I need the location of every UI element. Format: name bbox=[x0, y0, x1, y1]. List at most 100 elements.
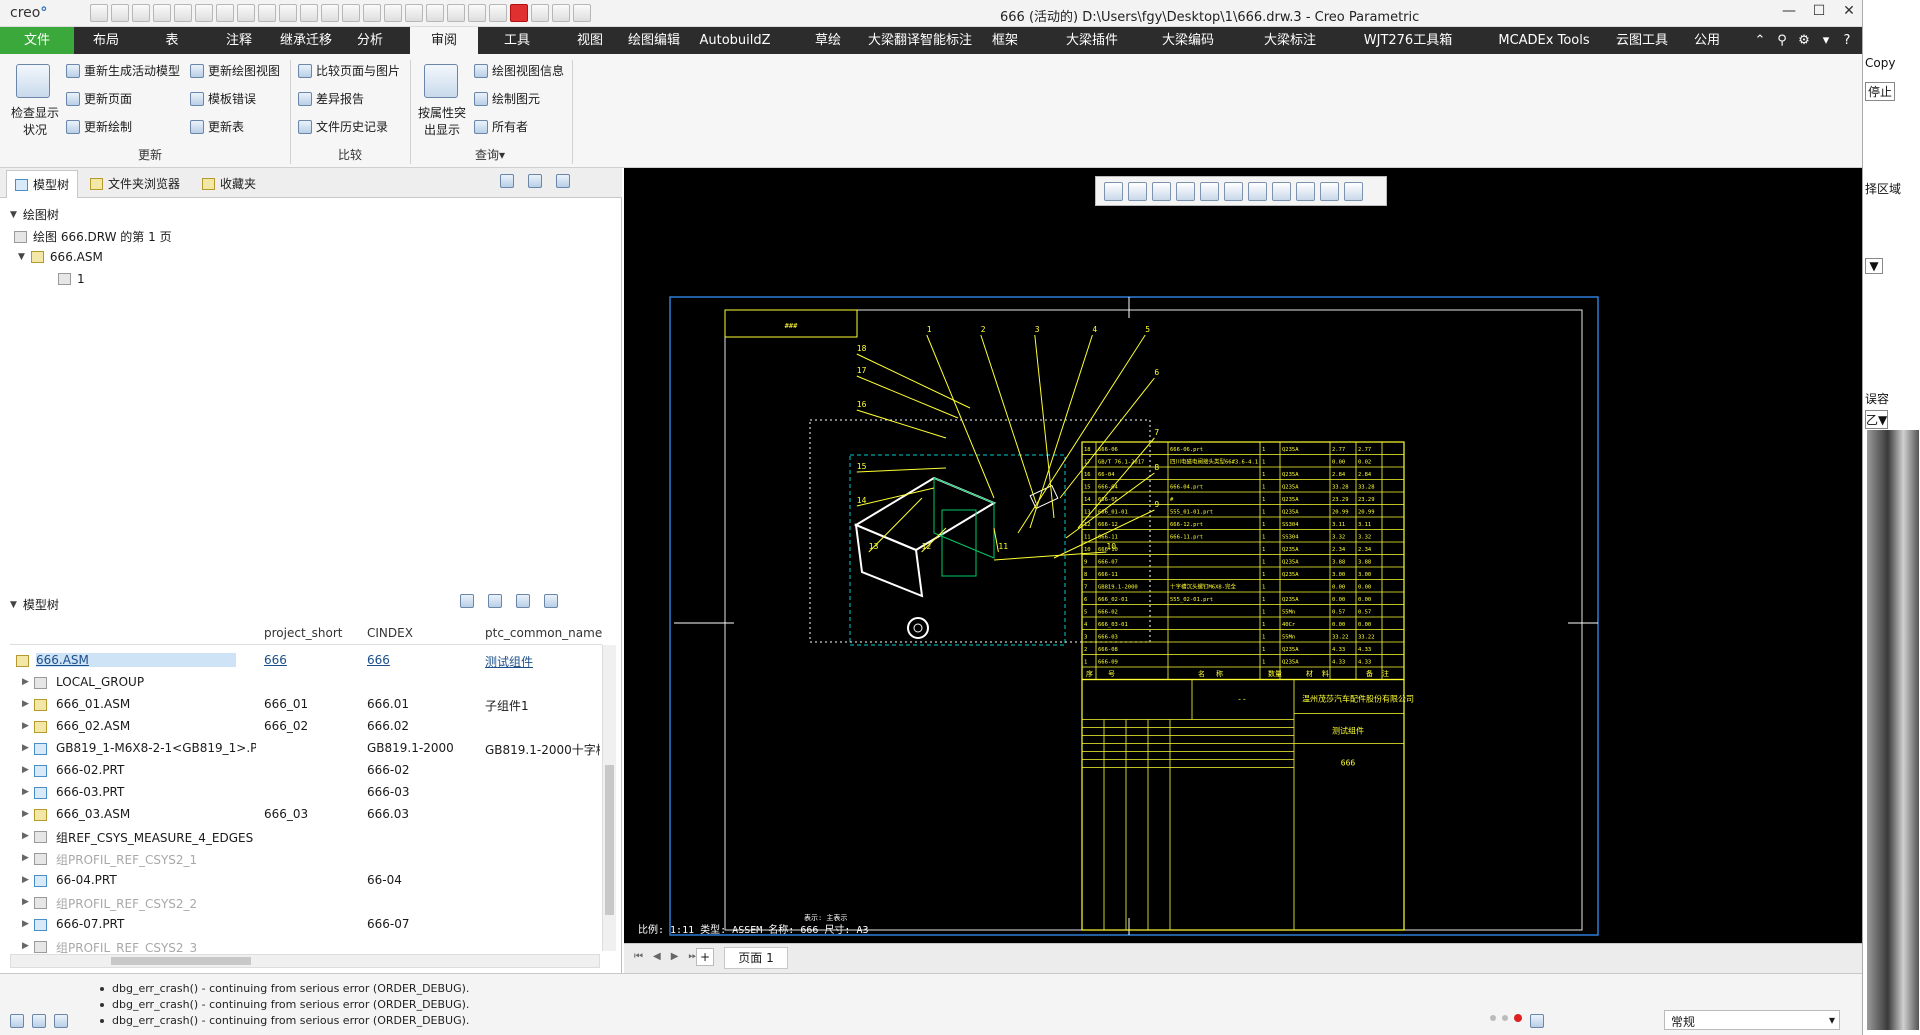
model-tree-row[interactable]: ▶ 666_02.ASM 666_02 666.02 bbox=[0, 716, 602, 738]
selection-filter-select[interactable]: 常规 ▾ bbox=[1664, 1010, 1840, 1030]
balloon-label[interactable]: 14 bbox=[857, 496, 867, 505]
zoom-out-icon[interactable] bbox=[1152, 182, 1171, 201]
saved-views-icon[interactable] bbox=[1224, 182, 1243, 201]
model-tree-header[interactable]: ▼ 模型树 bbox=[10, 596, 59, 613]
scroll-thumb[interactable] bbox=[605, 765, 614, 915]
window-icon[interactable] bbox=[531, 4, 549, 22]
redo-icon[interactable] bbox=[216, 4, 234, 22]
add-sheet-button[interactable]: + bbox=[696, 948, 714, 966]
model-tree-row[interactable]: ▶ 组REF_CSYS_MEASURE_4_EDGES bbox=[0, 826, 602, 848]
spin-center-icon[interactable] bbox=[1344, 182, 1363, 201]
model-tree-row[interactable]: ▶ 666-03.PRT 666-03 bbox=[0, 782, 602, 804]
tab-analysis[interactable]: 分析 bbox=[355, 27, 385, 54]
columns-icon[interactable] bbox=[556, 174, 570, 188]
regenerate-icon[interactable] bbox=[174, 4, 192, 22]
highlight-by-attribute-icon[interactable] bbox=[424, 64, 458, 98]
minimize-button[interactable]: — bbox=[1774, 3, 1804, 23]
balloon-label[interactable]: 17 bbox=[857, 366, 867, 375]
csys-display-icon[interactable] bbox=[1320, 182, 1339, 201]
balloon-label[interactable]: 5 bbox=[1145, 325, 1150, 334]
find-icon[interactable] bbox=[1530, 1014, 1544, 1028]
browser-toggle-icon[interactable] bbox=[32, 1014, 46, 1028]
maximize-button[interactable]: ☐ bbox=[1804, 3, 1834, 23]
tab-sketch[interactable]: 草绘 bbox=[813, 27, 843, 54]
drawing-view-info-button[interactable]: 绘图视图信息 bbox=[474, 62, 564, 79]
regenerate-active-model-button[interactable]: 重新生成活动模型 bbox=[66, 62, 180, 79]
compare-sheets-button[interactable]: 比较页面与图片 bbox=[298, 62, 400, 79]
balloon-label[interactable]: 12 bbox=[922, 542, 932, 551]
datum-display-icon[interactable] bbox=[1248, 182, 1267, 201]
help-icon[interactable]: ? bbox=[1840, 27, 1854, 54]
model-tree-row[interactable]: ▶ LOCAL_GROUP bbox=[0, 672, 602, 694]
expand-icon[interactable]: ▶ bbox=[22, 721, 29, 731]
update-drawn-button[interactable]: 更新绘制 bbox=[66, 118, 132, 135]
tab-folder-browser[interactable]: 文件夹浏览器 bbox=[90, 175, 180, 192]
update-tables-button[interactable]: 更新表 bbox=[190, 118, 244, 135]
tab-beam-code[interactable]: 大梁编码 bbox=[1158, 27, 1218, 54]
tab-legacy[interactable]: 继承迁移 bbox=[277, 27, 335, 54]
tab-tools[interactable]: 工具 bbox=[502, 27, 532, 54]
model-tree-row[interactable]: ▶ 666-07.PRT 666-07 bbox=[0, 914, 602, 936]
tab-review[interactable]: 审阅 bbox=[410, 27, 478, 54]
paste-icon[interactable] bbox=[279, 4, 297, 22]
template-errors-button[interactable]: 模板错误 bbox=[190, 90, 256, 107]
print-icon[interactable] bbox=[153, 4, 171, 22]
stop-button[interactable]: 停止 bbox=[1865, 82, 1896, 101]
collapse-ribbon-icon[interactable]: ⌃ bbox=[1752, 27, 1768, 54]
check-display-icon[interactable] bbox=[16, 64, 50, 98]
close-red-icon[interactable] bbox=[510, 4, 528, 22]
model-tree-row[interactable]: ▶ 组PROFIL_REF_CSYS2_2 bbox=[0, 892, 602, 914]
dropdown-icon[interactable]: ▾ bbox=[1820, 27, 1832, 54]
update-drawing-view-button[interactable]: 更新绘图视图 bbox=[190, 62, 280, 79]
expand-icon[interactable]: ▶ bbox=[22, 941, 29, 951]
balloon-label[interactable]: 13 bbox=[869, 542, 879, 551]
tab-beam-plugin[interactable]: 大梁插件 bbox=[1062, 27, 1122, 54]
tab-annotate[interactable]: 注释 bbox=[224, 27, 254, 54]
display-style-icon[interactable] bbox=[1200, 182, 1219, 201]
model-tree-row[interactable]: ▶ 666_03.ASM 666_03 666.03 bbox=[0, 804, 602, 826]
expand-icon[interactable]: ▶ bbox=[22, 787, 29, 797]
refresh-icon[interactable] bbox=[363, 4, 381, 22]
layers-icon[interactable] bbox=[552, 4, 570, 22]
target-icon[interactable] bbox=[342, 4, 360, 22]
model-tree-row[interactable]: ▶ 66-04.PRT 66-04 bbox=[0, 870, 602, 892]
dropdown-button[interactable]: 乙▼ bbox=[1865, 410, 1889, 429]
highlight-by-attribute-button[interactable]: 按属性突 出显示 bbox=[414, 104, 470, 138]
balloon-label[interactable]: 6 bbox=[1154, 368, 1159, 377]
tab-sheet-1[interactable]: 页面 1 bbox=[724, 947, 788, 969]
balloon-label[interactable]: 3 bbox=[1035, 325, 1040, 334]
tab-layout[interactable]: 布局 bbox=[88, 27, 124, 54]
drawing-canvas[interactable]: ### 1 2 3 4 5 6 7 8 9 10 11 12 13 14 15 16 17 18 18 666-06… bbox=[624, 168, 1862, 943]
fullscreen-icon[interactable] bbox=[54, 1014, 68, 1028]
new-icon[interactable] bbox=[90, 4, 108, 22]
show-icon[interactable] bbox=[516, 594, 530, 608]
zoom-fit-icon[interactable] bbox=[1104, 182, 1123, 201]
balloon-label[interactable]: 8 bbox=[1154, 463, 1159, 472]
open-icon[interactable] bbox=[111, 4, 129, 22]
zoom-in-icon[interactable] bbox=[1128, 182, 1147, 201]
scroll-thumb[interactable] bbox=[111, 957, 251, 965]
expand-icon[interactable]: ▶ bbox=[22, 743, 29, 753]
model-tree-vscroll[interactable] bbox=[602, 645, 616, 951]
prev-sheet-icon[interactable]: ◀ bbox=[653, 951, 661, 962]
model-tree-row[interactable]: ▶ 组PROFIL_REF_CSYS2_1 bbox=[0, 848, 602, 870]
search-icon[interactable]: ⚲ bbox=[1774, 27, 1790, 54]
model-tree-row[interactable]: ▶ GB819_1-M6X8-2-1<GB819_1>.PF GB819.1-200… bbox=[0, 738, 602, 760]
tab-beam-translate[interactable]: 大梁翻译智能标注 bbox=[860, 27, 980, 54]
tab-file[interactable]: 文件 bbox=[0, 27, 74, 54]
expand-icon[interactable]: ▶ bbox=[22, 831, 29, 841]
tab-drawing-edit[interactable]: 绘图编辑 bbox=[624, 27, 684, 54]
tab-common[interactable]: 公用 bbox=[1692, 27, 1722, 54]
expand-icon[interactable]: ▶ bbox=[22, 897, 29, 907]
select-icon[interactable] bbox=[237, 4, 255, 22]
grid-icon[interactable] bbox=[426, 4, 444, 22]
balloon-label[interactable]: 18 bbox=[857, 344, 867, 353]
group-label-query[interactable]: 查询▾ bbox=[470, 146, 510, 163]
drawing-tree-header[interactable]: ▼ 绘图树 bbox=[10, 206, 59, 223]
balloon-label[interactable]: 15 bbox=[857, 462, 867, 471]
copy-icon[interactable] bbox=[258, 4, 276, 22]
tab-view[interactable]: 视图 bbox=[575, 27, 605, 54]
check-display-button[interactable]: 检查显示 状况 bbox=[10, 104, 60, 138]
model-tree-hscroll[interactable] bbox=[10, 954, 600, 968]
sketch-icon[interactable] bbox=[1272, 182, 1291, 201]
